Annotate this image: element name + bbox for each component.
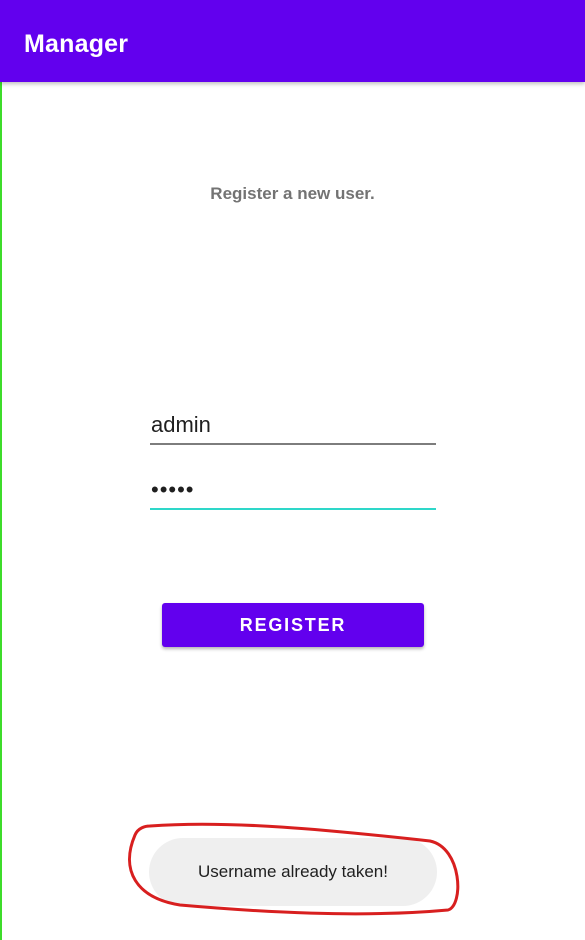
app-screen: Manager Register a new user. admin •••••… [0, 0, 585, 940]
password-value: ••••• [151, 477, 195, 502]
register-subtitle: Register a new user. [210, 184, 375, 203]
register-button[interactable]: REGISTER [162, 603, 424, 647]
username-value: admin [151, 412, 211, 437]
username-underline [150, 443, 436, 445]
app-title: Manager [24, 30, 129, 58]
password-underline [150, 508, 436, 510]
screen-edge-indicator [0, 82, 2, 940]
app-bar: Manager [0, 0, 585, 82]
password-field[interactable]: ••••• [150, 470, 436, 510]
username-field[interactable]: admin [150, 405, 436, 445]
error-toast: Username already taken! [149, 838, 437, 906]
